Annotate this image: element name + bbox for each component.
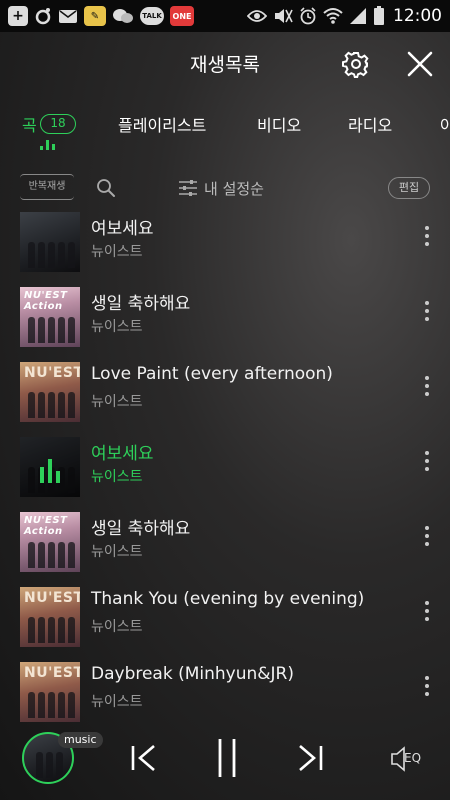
track-title: 여보세요 (91, 219, 154, 239)
equalizer-indicator-icon (40, 140, 55, 150)
album-art-logo: NU'EST (24, 365, 80, 381)
previous-button[interactable] (130, 740, 158, 776)
eq-button[interactable]: EQ (390, 744, 430, 774)
wifi-icon (323, 6, 343, 26)
track-artist: 뉴이스트 (91, 319, 143, 335)
page-title: 재생목록 (190, 54, 260, 76)
tab-radio[interactable]: 라디오 (348, 112, 392, 136)
sort-label[interactable]: 내 설정순 (204, 178, 264, 199)
mail-icon (58, 6, 78, 26)
track-title: Daybreak (Minhyun&JR) (91, 664, 294, 684)
track-row[interactable]: NU'EST Love Paint (every afternoon) 뉴이스트 (0, 356, 450, 424)
talk-icon: TALK (140, 7, 164, 25)
plus-icon: + (8, 6, 28, 26)
list-toolbar: 반복재생 내 설정순 편집 (0, 170, 450, 206)
album-art: NU'EST Action (20, 512, 80, 572)
more-options-icon[interactable] (420, 376, 434, 404)
next-button[interactable] (296, 740, 324, 776)
track-title: 생일 축하해요 (91, 294, 191, 314)
album-art-logo: NU'EST (24, 665, 80, 681)
sort-button[interactable] (178, 179, 198, 197)
next-track-icon (299, 745, 323, 771)
more-options-icon[interactable] (420, 301, 434, 329)
track-artist: 뉴이스트 (91, 694, 143, 710)
album-art-logo: NU'EST (24, 590, 80, 606)
previous-track-icon (131, 745, 155, 771)
track-title: Thank You (evening by evening) (91, 589, 365, 609)
close-icon (407, 51, 433, 77)
more-options-icon[interactable] (420, 226, 434, 254)
tab-more[interactable]: 아 (440, 112, 450, 136)
gear-icon (342, 51, 369, 78)
track-row[interactable]: NU'EST Action 생일 축하해요뉴이스트 (0, 506, 450, 574)
eq-label: EQ (404, 751, 422, 765)
repeat-button[interactable]: 반복재생 (20, 174, 74, 200)
track-title: 생일 축하해요 (91, 519, 191, 539)
alarm-icon (299, 6, 317, 26)
more-options-icon[interactable] (420, 526, 434, 554)
circle-icon (34, 6, 52, 26)
mute-icon (273, 6, 293, 26)
track-row[interactable]: NU'EST Action 생일 축하해요뉴이스트 (0, 281, 450, 349)
track-artist: 뉴이스트 (91, 469, 143, 485)
search-button[interactable] (96, 178, 116, 198)
album-art (20, 437, 80, 497)
album-art: NU'EST (20, 662, 80, 722)
search-icon (97, 179, 115, 197)
album-art: NU'EST (20, 362, 80, 422)
battery-icon (373, 6, 385, 26)
music-badge: music (58, 732, 103, 748)
track-row[interactable]: NU'EST Daybreak (Minhyun&JR) 뉴이스트 (0, 656, 450, 724)
pause-button[interactable] (214, 737, 240, 779)
more-options-icon[interactable] (420, 676, 434, 704)
tab-playlist[interactable]: 플레이리스트 (118, 112, 206, 136)
track-title: 여보세요 (91, 444, 154, 464)
eye-icon (247, 6, 267, 26)
track-row[interactable]: 여보세요뉴이스트 (0, 431, 450, 499)
settings-button[interactable] (342, 50, 370, 78)
chat-bubbles-icon (112, 6, 134, 26)
more-options-icon[interactable] (420, 601, 434, 629)
one-store-icon: ONE (170, 6, 194, 26)
track-artist: 뉴이스트 (91, 619, 143, 635)
track-artist: 뉴이스트 (91, 394, 143, 410)
mini-player: music EQ (0, 720, 450, 800)
pause-icon (218, 739, 236, 777)
tab-video[interactable]: 비디오 (257, 112, 301, 136)
edit-button[interactable]: 편집 (388, 177, 430, 199)
header: 재생목록 (0, 32, 450, 96)
sliders-icon (179, 180, 197, 196)
track-artist: 뉴이스트 (91, 244, 143, 260)
album-art-logo: NU'EST Action (24, 290, 68, 312)
more-options-icon[interactable] (420, 451, 434, 479)
track-row[interactable]: NU'EST Thank You (evening by evening) 뉴이스트 (0, 581, 450, 649)
track-row[interactable]: 여보세요뉴이스트 (0, 206, 450, 274)
signal-icon (349, 6, 367, 26)
track-artist: 뉴이스트 (91, 544, 143, 560)
album-art: NU'EST Action (20, 287, 80, 347)
now-playing-overlay (20, 437, 80, 497)
album-art-logo: NU'EST Action (24, 515, 68, 537)
tab-songs[interactable]: 곡 (22, 112, 37, 136)
close-button[interactable] (404, 48, 436, 80)
track-title: Love Paint (every afternoon) (91, 364, 333, 384)
album-art (20, 212, 80, 272)
song-count-badge: 18 (40, 114, 76, 134)
status-time: 12:00 (393, 6, 442, 26)
chat-icon: ✎ (84, 6, 106, 26)
tab-bar: 곡 18 플레이리스트 비디오 라디오 아 (0, 100, 450, 152)
status-bar: + ✎ TALK ONE 12:00 (0, 0, 450, 32)
album-art: NU'EST (20, 587, 80, 647)
